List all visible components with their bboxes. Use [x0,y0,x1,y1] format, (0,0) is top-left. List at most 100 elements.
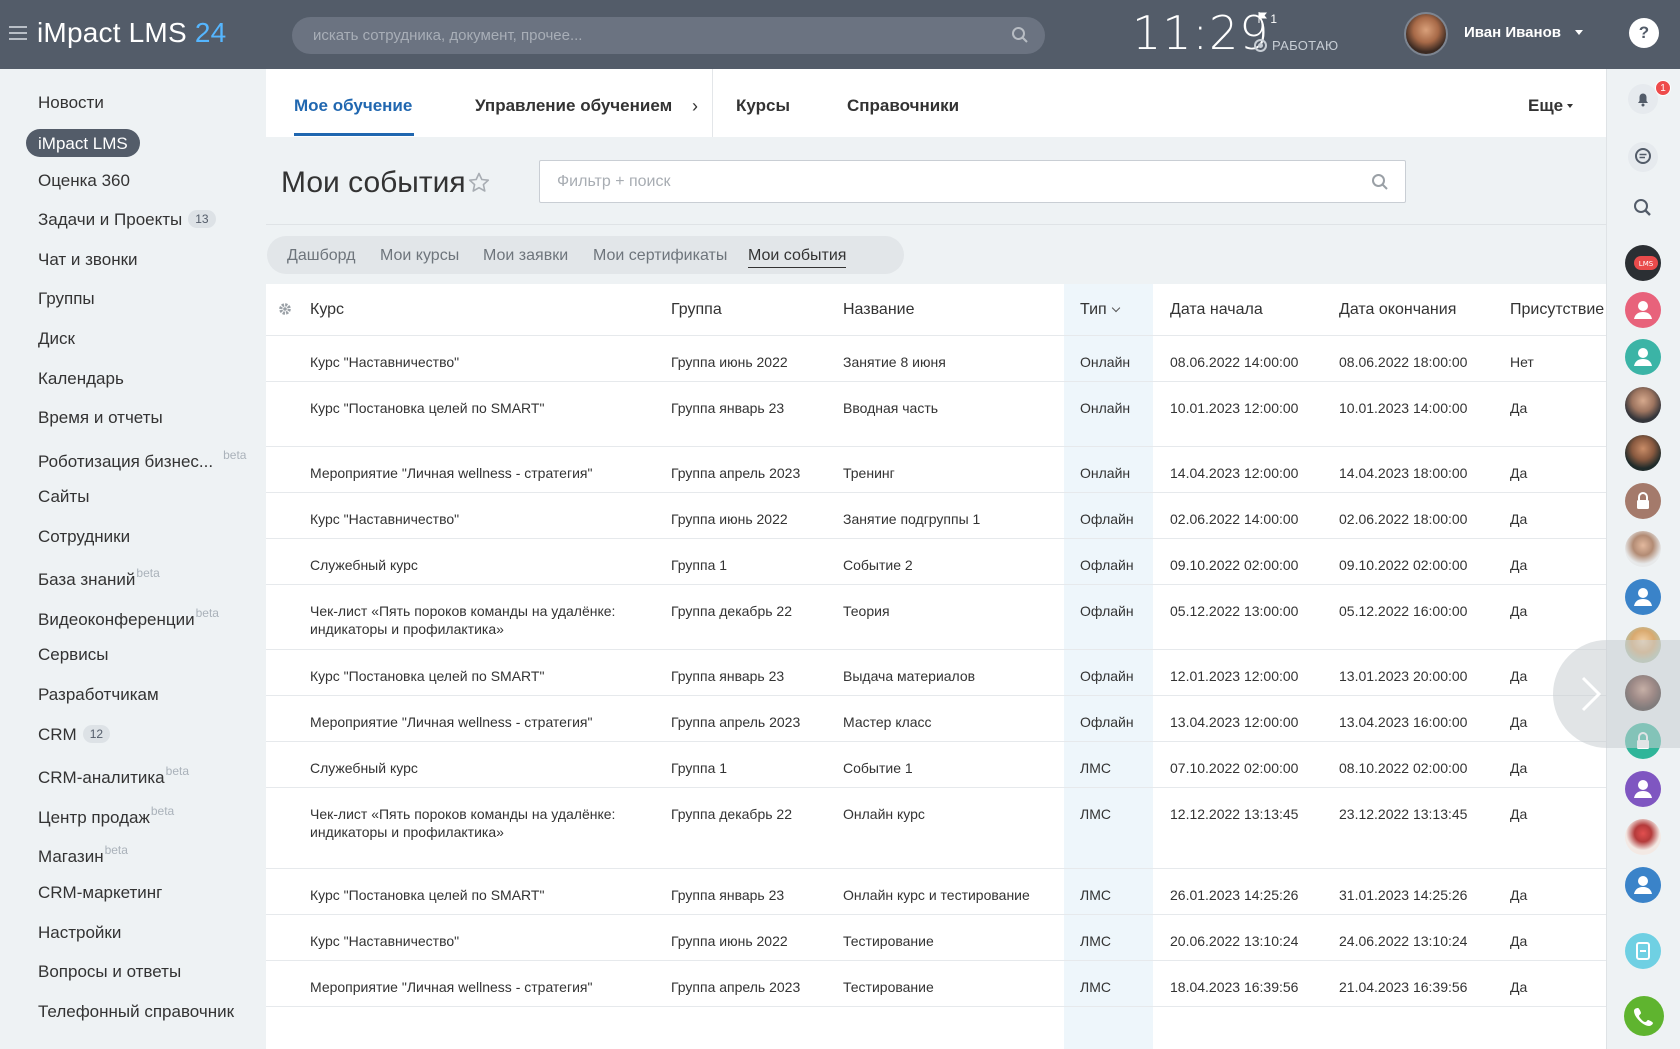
sidebar-item[interactable]: Оценка 360 [38,171,130,191]
user-avatar[interactable] [1404,12,1448,56]
user-name[interactable]: Иван Иванов [1464,24,1561,41]
sidebar-item[interactable]: Сайты [38,487,89,507]
group-chat-button[interactable] [1625,933,1661,969]
table-row[interactable]: Мероприятие "Личная wellness - стратегия… [266,696,1606,742]
contact-avatar[interactable] [1625,435,1661,471]
table-row[interactable]: Чек-лист «Пять пороков команды на удалён… [266,585,1606,650]
active-tab-indicator [294,133,414,136]
sidebar-item[interactable]: CRM 12 [38,725,111,745]
table-row[interactable]: Курс "Наставничество" Группа июнь 2022 Зан… [266,493,1606,539]
work-status[interactable]: РАБОТАЮ [1254,38,1338,53]
sidebar-item[interactable]: CRM-маркетинг [38,883,162,903]
sidebar-item[interactable]: Диск [38,329,75,349]
sidebar-item[interactable]: Центр продажbeta [38,804,174,828]
sidebar-item[interactable]: Задачи и Проекты 13 [38,210,216,230]
table-row[interactable]: Курс "Наставничество" Группа июнь 2022 Зан… [266,336,1606,382]
cell-start: 10.01.2023 12:00:00 [1170,400,1299,416]
flag-icon [1258,12,1268,23]
flag-counter[interactable]: 1 [1258,12,1277,26]
subtab-my-events[interactable]: Мои события [748,247,847,268]
sidebar-item[interactable]: Разработчикам [38,685,159,705]
sidebar-item[interactable]: Новости [38,93,104,113]
cell-name: Тестирование [843,979,934,995]
cell-name: Событие 2 [843,557,913,573]
table-row[interactable]: Служебный курс Группа 1 Событие 1 ЛМС 07.10.… [266,742,1606,788]
subtab-my-certificates[interactable]: Мои сертификаты [593,247,727,265]
chevron-right-icon[interactable]: › [692,96,698,117]
sidebar-item[interactable]: CRM-аналитикаbeta [38,764,189,788]
column-header-presence[interactable]: Присутствие [1510,301,1604,319]
tab-references[interactable]: Справочники [847,96,959,116]
column-header-group[interactable]: Группа [671,301,722,319]
contact-avatar[interactable] [1625,579,1661,615]
menu-icon[interactable] [9,26,27,40]
chevron-down-icon[interactable] [1575,30,1583,35]
sidebar-item-impact-lms[interactable]: iMpact LMS [26,129,140,157]
contact-avatar[interactable] [1625,292,1661,328]
column-header-type[interactable]: Тип [1080,301,1120,319]
cell-start: 12.01.2023 12:00:00 [1170,668,1299,684]
cell-course: Служебный курс [310,760,418,776]
table-row[interactable]: Мероприятие "Личная wellness - стратегия… [266,447,1606,493]
column-header-start[interactable]: Дата начала [1170,301,1263,319]
contact-avatar[interactable] [1625,483,1661,519]
chat-icon[interactable] [1628,142,1658,172]
app-logo[interactable]: iMpact LMS 24 [37,17,226,49]
contact-avatar[interactable] [1625,387,1661,423]
more-menu[interactable]: Еще [1528,96,1574,116]
bell-icon[interactable] [1628,84,1658,114]
sidebar-item[interactable]: Настройки [38,923,121,943]
sidebar-item[interactable]: Сотрудники [38,527,130,547]
help-button[interactable]: ? [1629,18,1659,48]
cell-start: 18.04.2023 16:39:56 [1170,979,1299,995]
table-row[interactable]: Курс "Наставничество" Группа июнь 2022 Тес… [266,915,1606,961]
cell-name: Тренинг [843,465,895,481]
events-table: Курс Группа Название Тип Дата начала Дат… [266,284,1606,1049]
subtab-my-requests[interactable]: Мои заявки [483,247,568,265]
sidebar-item[interactable]: База знанийbeta [38,566,160,590]
sidebar-item[interactable]: Сервисы [38,645,108,665]
star-icon[interactable] [467,171,491,195]
filter-search-input[interactable]: Фильтр + поиск [539,160,1406,203]
table-row[interactable]: Курс "Постановка целей по SMART" Группа я… [266,650,1606,696]
contact-avatar[interactable] [1625,531,1661,567]
svg-text:LMS: LMS [1639,260,1654,268]
sidebar-item[interactable]: Время и отчеты [38,408,163,428]
sidebar-item[interactable]: Видеоконференцииbeta [38,606,219,630]
subtab-dashboard[interactable]: Дашборд [287,247,356,265]
call-button[interactable] [1624,996,1664,1036]
beta-label: beta [223,448,247,462]
contact-avatar[interactable] [1625,819,1661,855]
tab-my-learning[interactable]: Мое обучение [294,96,412,116]
sidebar-item[interactable]: Телефонный справочник [38,1002,234,1022]
sidebar-item[interactable]: Чат и звонки [38,250,138,270]
subtab-my-courses[interactable]: Мои курсы [380,247,459,265]
tab-separator [712,69,713,137]
table-row[interactable]: Курс "Постановка целей по SMART" Группа я… [266,382,1606,447]
sidebar-item-label: Время и отчеты [38,408,163,427]
tab-learning-management[interactable]: Управление обучением [475,96,672,116]
lms-app-icon[interactable]: LMS [1625,245,1661,281]
contact-avatar[interactable] [1625,771,1661,807]
column-header-end[interactable]: Дата окончания [1339,301,1456,319]
table-row[interactable]: Мероприятие "Личная wellness - стратегия… [266,961,1606,1007]
column-header-name[interactable]: Название [843,301,915,319]
global-search-input[interactable]: искать сотрудника, документ, прочее... [292,17,1045,54]
table-row[interactable]: Чек-лист «Пять пороков команды на удалён… [266,788,1606,869]
sidebar-item[interactable]: Роботизация бизнес... beta [38,448,246,472]
sidebar-item[interactable]: Календарь [38,369,124,389]
tab-courses[interactable]: Курсы [736,96,790,116]
table-row[interactable]: Служебный курс Группа 1 Событие 2 Офлайн 09.… [266,539,1606,585]
cell-group: Группа январь 23 [671,400,785,416]
gear-icon[interactable] [277,301,293,317]
sidebar-item[interactable]: Группы [38,289,95,309]
beta-label: beta [136,566,160,580]
search-icon[interactable] [1628,193,1658,223]
sidebar-item[interactable]: Магазинbeta [38,843,128,867]
contact-avatar[interactable] [1625,867,1661,903]
table-row[interactable]: Курс "Постановка целей по SMART" Группа я… [266,869,1606,915]
scroll-right-button[interactable] [1553,640,1680,748]
sidebar-item[interactable]: Вопросы и ответы [38,962,181,982]
column-header-course[interactable]: Курс [310,301,344,319]
contact-avatar[interactable] [1625,339,1661,375]
